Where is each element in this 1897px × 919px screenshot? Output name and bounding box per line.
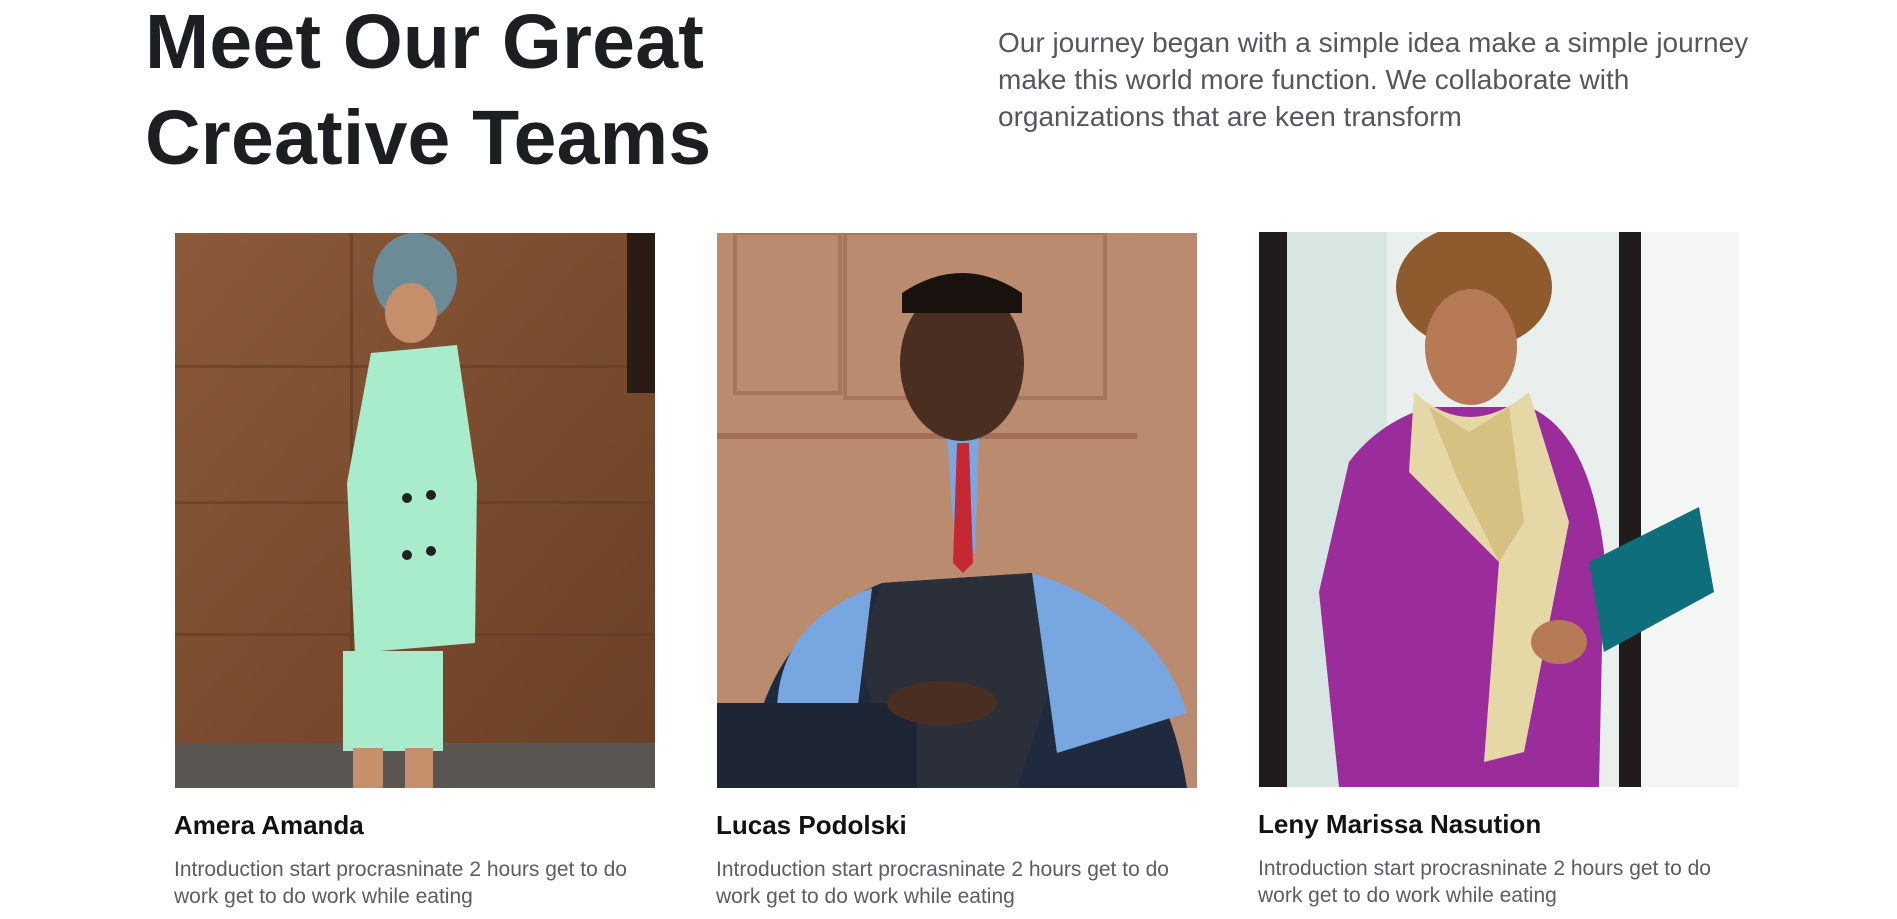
team-member-name: Lucas Podolski (716, 810, 907, 840)
team-member-bio: Introduction start procrasninate 2 hours… (174, 858, 627, 908)
team-card[interactable]: Amera Amanda Introduction start procrasn… (174, 233, 655, 910)
team-member-photo (717, 233, 1197, 788)
team-member-bio: Introduction start procrasninate 2 hours… (716, 858, 1169, 908)
team-member-photo (1259, 232, 1739, 787)
team-card[interactable]: Lucas Podolski Introduction start procra… (716, 233, 1197, 910)
team-member-name: Leny Marissa Nasution (1258, 809, 1542, 839)
team-section: Meet Our Great Creative Teams Our journe… (0, 0, 1897, 919)
team-member-name: Amera Amanda (174, 810, 364, 840)
team-member-bio: Introduction start procrasninate 2 hours… (1258, 857, 1711, 907)
title-line-1: Meet Our Great (145, 0, 705, 85)
page-title: Meet Our Great Creative Teams (145, 0, 845, 186)
title-line-2: Creative Teams (145, 95, 712, 181)
team-card[interactable]: Leny Marissa Nasution Introduction start… (1258, 232, 1739, 909)
team-member-photo (175, 233, 655, 788)
intro-paragraph: Our journey began with a simple idea mak… (998, 27, 1749, 132)
